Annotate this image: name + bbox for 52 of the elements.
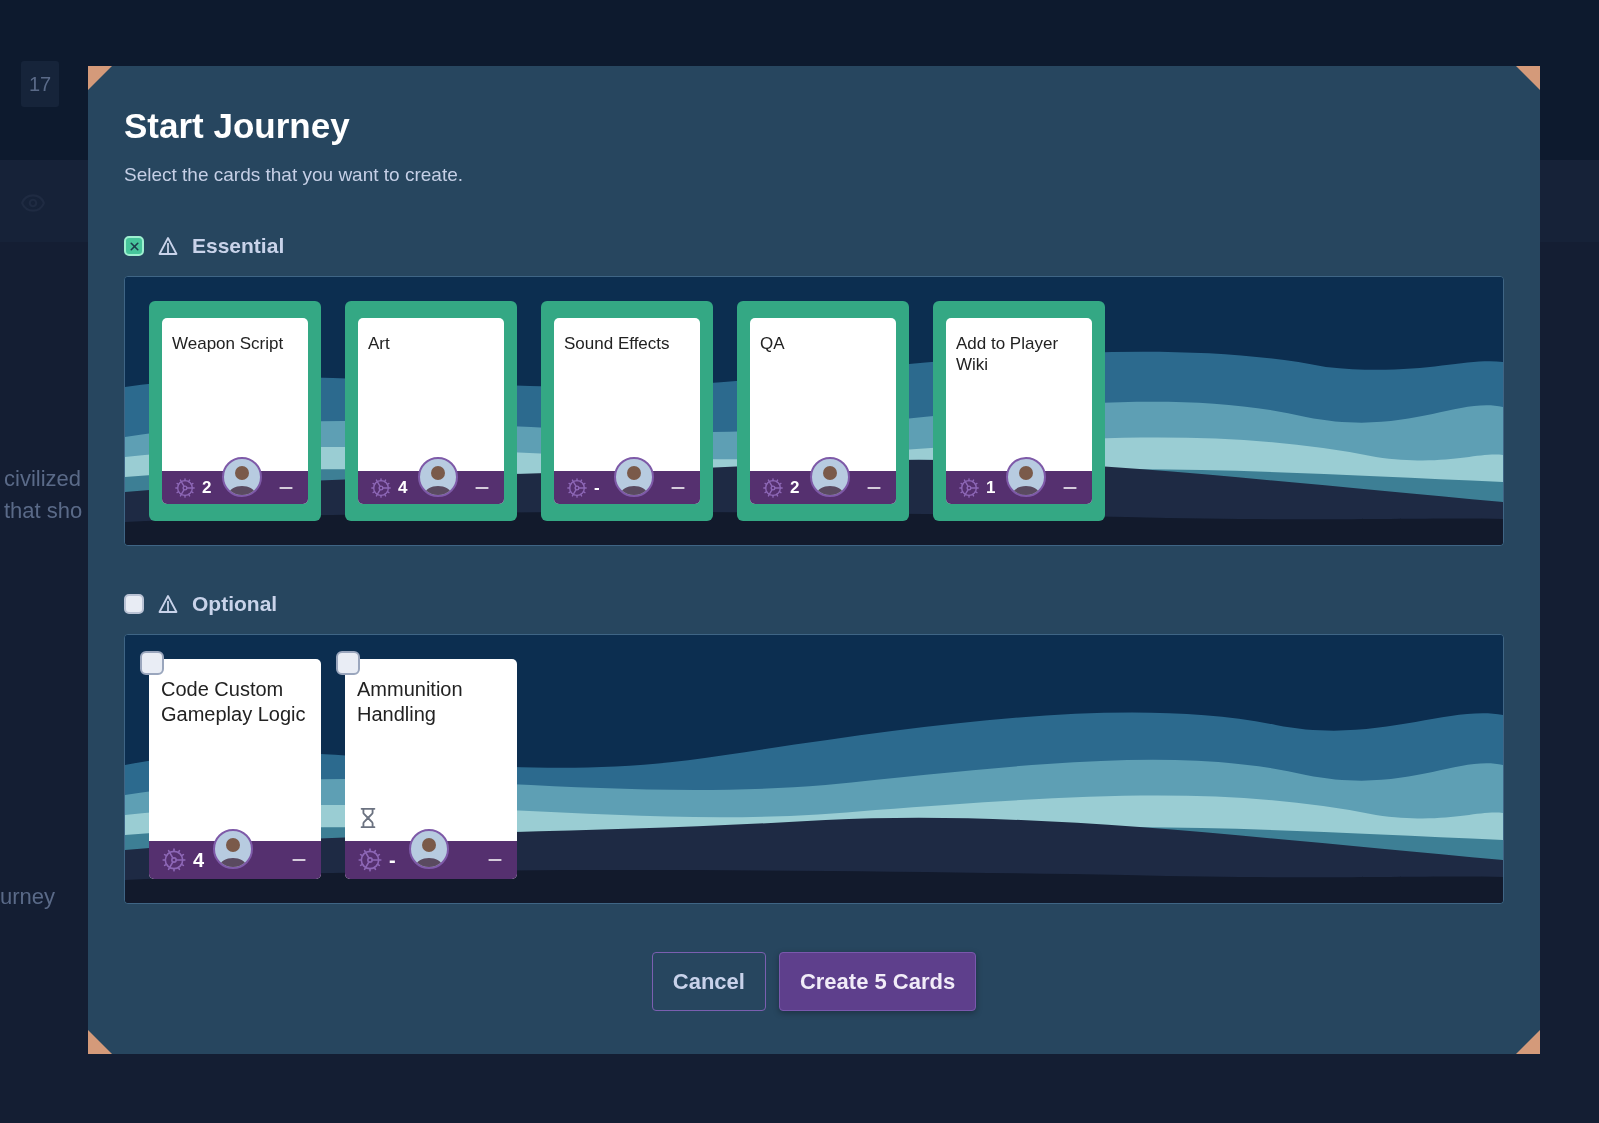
estimate-count: - xyxy=(389,848,397,872)
card[interactable]: Ammunition Handling - xyxy=(345,659,517,879)
gear-icon xyxy=(357,847,383,873)
avatar xyxy=(222,456,262,497)
card-title: Ammunition Handling xyxy=(356,677,464,727)
cancel-button[interactable]: Cancel xyxy=(651,952,766,1011)
selected-card[interactable]: Sound Effects - xyxy=(541,301,713,521)
section-title: Optional xyxy=(192,592,278,616)
warning-icon xyxy=(158,236,178,256)
card-title: Add to Player Wiki xyxy=(955,333,1060,376)
background-text: civilized xyxy=(4,466,82,492)
estimate-count: 1 xyxy=(986,477,997,498)
badge: 17 xyxy=(21,61,59,107)
gear-icon xyxy=(762,476,784,499)
estimate-count: 4 xyxy=(193,848,206,872)
x-icon xyxy=(127,239,141,253)
estimate-count: 4 xyxy=(398,477,409,498)
card-title: Weapon Script xyxy=(171,333,285,355)
card[interactable]: Code Custom Gameplay Logic 4 xyxy=(149,659,321,879)
gear-icon xyxy=(161,847,187,873)
card-title: Sound Effects xyxy=(563,333,671,355)
tab-label: urney xyxy=(0,884,56,910)
create-button[interactable]: Create 5 Cards xyxy=(778,952,977,1011)
estimate-count: 2 xyxy=(202,477,213,498)
gear-icon xyxy=(370,476,392,499)
card-checkbox[interactable] xyxy=(140,651,164,675)
selected-card[interactable]: Art 4 xyxy=(345,301,517,521)
selected-card[interactable]: QA 2 xyxy=(737,301,909,521)
section-checkbox[interactable] xyxy=(124,594,144,614)
section-title: Essential xyxy=(192,234,285,258)
gear-icon xyxy=(174,476,196,499)
avatar xyxy=(1006,456,1046,497)
card-checkbox[interactable] xyxy=(336,651,360,675)
avatar xyxy=(810,456,850,497)
gear-icon xyxy=(958,476,980,499)
background-text: that sho xyxy=(4,498,83,524)
card-title: Art xyxy=(367,333,391,355)
dialog-subtitle: Select the cards that you want to create. xyxy=(124,164,465,186)
avatar xyxy=(409,829,449,869)
card-title: Code Custom Gameplay Logic xyxy=(160,677,307,727)
avatar xyxy=(213,829,253,869)
estimate-count: 2 xyxy=(790,477,801,498)
avatar xyxy=(614,456,654,497)
section-checkbox[interactable] xyxy=(124,236,144,256)
selected-card[interactable]: Add to Player Wiki 1 xyxy=(933,301,1105,521)
avatar xyxy=(418,456,458,497)
warning-icon xyxy=(158,594,178,614)
estimate-count: - xyxy=(594,477,601,498)
card-title: QA xyxy=(759,333,786,355)
dialog-title: Start Journey xyxy=(124,106,351,146)
gear-icon xyxy=(566,476,588,499)
selected-card[interactable]: Weapon Script 2 xyxy=(149,301,321,521)
